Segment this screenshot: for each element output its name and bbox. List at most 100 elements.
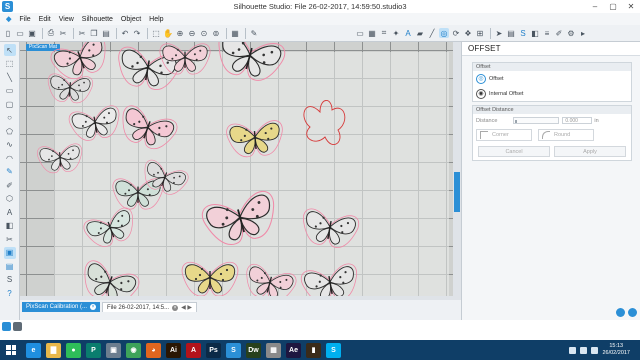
- polygon-shape-icon[interactable]: ⬡: [4, 193, 16, 205]
- acrobat-icon[interactable]: A: [186, 342, 201, 358]
- store-icon[interactable]: S: [518, 28, 528, 38]
- redo-icon[interactable]: ↷: [132, 28, 142, 38]
- send-icon[interactable]: ➤: [494, 28, 504, 38]
- grid-settings-icon[interactable]: ▦: [367, 28, 377, 38]
- media-icon[interactable]: ▣: [3, 246, 16, 259]
- tab-scroll-arrows[interactable]: ◀ ▶: [181, 303, 192, 313]
- text-style-icon[interactable]: A: [403, 28, 413, 38]
- pan-icon[interactable]: ✋: [163, 28, 173, 38]
- design-icon[interactable]: ◧: [530, 28, 540, 38]
- page-setup-icon[interactable]: ▭: [355, 28, 365, 38]
- zoom-fit-icon[interactable]: ⊙: [199, 28, 209, 38]
- zoom-in-icon[interactable]: ⊕: [175, 28, 185, 38]
- transform-icon[interactable]: ⟳: [451, 28, 461, 38]
- spotify-icon[interactable]: ●: [66, 342, 81, 358]
- maximize-button[interactable]: ▢: [604, 0, 622, 13]
- freehand-tool-icon[interactable]: ✎: [4, 166, 16, 178]
- network-icon[interactable]: [569, 346, 577, 354]
- clock[interactable]: 15:13 26/02/2017: [602, 343, 630, 357]
- line-icon[interactable]: ╱: [427, 28, 437, 38]
- butterfly-shape[interactable]: [36, 143, 84, 174]
- polygon-tool-icon[interactable]: ⬠: [4, 125, 16, 137]
- butterfly-shape[interactable]: [68, 105, 123, 144]
- butterfly-shape[interactable]: [300, 263, 361, 296]
- registration-icon[interactable]: ⌗: [379, 28, 389, 38]
- print-icon[interactable]: ⎙: [46, 28, 56, 38]
- quick-access-icon[interactable]: [2, 322, 11, 331]
- new-doc-icon[interactable]: ▯: [3, 28, 13, 38]
- cutting-mat-canvas[interactable]: PixScan Mat: [20, 42, 453, 296]
- offset-active-icon[interactable]: ◎: [439, 28, 449, 38]
- offset-option[interactable]: ◎ Offset: [473, 71, 631, 86]
- battery-icon[interactable]: [591, 346, 599, 354]
- dreamweaver-icon[interactable]: Dw: [246, 342, 261, 358]
- more-icon[interactable]: ▸: [578, 28, 588, 38]
- menu-silhouette[interactable]: Silhouette: [78, 16, 117, 23]
- vertical-scrollbar[interactable]: [453, 42, 461, 296]
- point-edit-icon[interactable]: ⬚: [4, 58, 16, 70]
- butterfly-artwork[interactable]: [20, 42, 453, 296]
- firefox-icon[interactable]: ◕: [146, 342, 161, 358]
- grid-icon[interactable]: ▦: [230, 28, 240, 38]
- photos-icon[interactable]: ▣: [106, 342, 121, 358]
- open-icon[interactable]: ▭: [15, 28, 25, 38]
- close-tab-icon[interactable]: ×: [172, 304, 179, 311]
- store-icon[interactable]: S: [4, 274, 16, 286]
- explorer-icon[interactable]: ▇: [46, 342, 61, 358]
- curve-tool-icon[interactable]: ∿: [4, 139, 16, 151]
- minimize-button[interactable]: –: [586, 0, 604, 13]
- rect-tool-icon[interactable]: ▭: [4, 85, 16, 97]
- help-icon[interactable]: ?: [4, 287, 16, 299]
- cut-icon[interactable]: ✂: [77, 28, 87, 38]
- line-tool-icon[interactable]: ╲: [4, 71, 16, 83]
- menu-view[interactable]: View: [55, 16, 78, 23]
- panel-help-icon[interactable]: [628, 308, 637, 317]
- butterfly-shape[interactable]: [181, 261, 239, 296]
- app-icon[interactable]: S: [2, 1, 13, 12]
- round-button[interactable]: Round: [538, 129, 594, 141]
- start-button[interactable]: [0, 340, 22, 360]
- close-tab-icon[interactable]: ×: [90, 304, 97, 310]
- cancel-button[interactable]: Cancel: [478, 146, 550, 157]
- trace-icon[interactable]: ⊞: [475, 28, 485, 38]
- library-icon[interactable]: ▤: [506, 28, 516, 38]
- copy-icon[interactable]: ❐: [89, 28, 99, 38]
- cut-send-icon[interactable]: ✂: [58, 28, 68, 38]
- library-icon[interactable]: ▤: [4, 260, 16, 272]
- apply-button[interactable]: Apply: [554, 146, 626, 157]
- save-icon[interactable]: ▣: [27, 28, 37, 38]
- chrome-icon[interactable]: ◉: [126, 342, 141, 358]
- menu-help[interactable]: Help: [145, 16, 167, 23]
- text-tool-icon[interactable]: A: [4, 206, 16, 218]
- eraser-tool-icon[interactable]: ◧: [4, 220, 16, 232]
- publisher-icon[interactable]: P: [86, 342, 101, 358]
- media-icon[interactable]: ▮: [306, 342, 321, 358]
- close-button[interactable]: ✕: [622, 0, 640, 13]
- arc-tool-icon[interactable]: ◠: [4, 152, 16, 164]
- panel-settings-icon[interactable]: [616, 308, 625, 317]
- butterfly-shape[interactable]: [226, 120, 285, 159]
- corner-button[interactable]: Corner: [476, 129, 532, 141]
- rounded-rect-icon[interactable]: ▢: [4, 98, 16, 110]
- butterfly-shape[interactable]: [82, 206, 140, 252]
- sketch-icon[interactable]: ✐: [554, 28, 564, 38]
- photos2-icon[interactable]: ▦: [266, 342, 281, 358]
- knife-tool-icon[interactable]: ✂: [4, 233, 16, 245]
- silhouette-icon[interactable]: S: [226, 342, 241, 358]
- menu-logo-icon[interactable]: ◆: [2, 15, 15, 23]
- layers-icon[interactable]: ≡: [542, 28, 552, 38]
- draw-icon[interactable]: ✎: [249, 28, 259, 38]
- cut-settings-icon[interactable]: ✦: [391, 28, 401, 38]
- butterfly-shape[interactable]: [159, 43, 211, 75]
- internal-offset-option[interactable]: ◉ Internal Offset: [473, 86, 631, 101]
- ie-icon[interactable]: e: [26, 342, 41, 358]
- zoom-out-icon[interactable]: ⊖: [187, 28, 197, 38]
- settings-icon[interactable]: ⚙: [566, 28, 576, 38]
- butterfly-shape[interactable]: [212, 42, 287, 86]
- ellipse-tool-icon[interactable]: ○: [4, 112, 16, 124]
- fill-icon[interactable]: ▰: [415, 28, 425, 38]
- traced-cut-outline[interactable]: [303, 100, 346, 145]
- undo-icon[interactable]: ↶: [120, 28, 130, 38]
- menu-edit[interactable]: Edit: [35, 16, 55, 23]
- select-icon[interactable]: ⬚: [151, 28, 161, 38]
